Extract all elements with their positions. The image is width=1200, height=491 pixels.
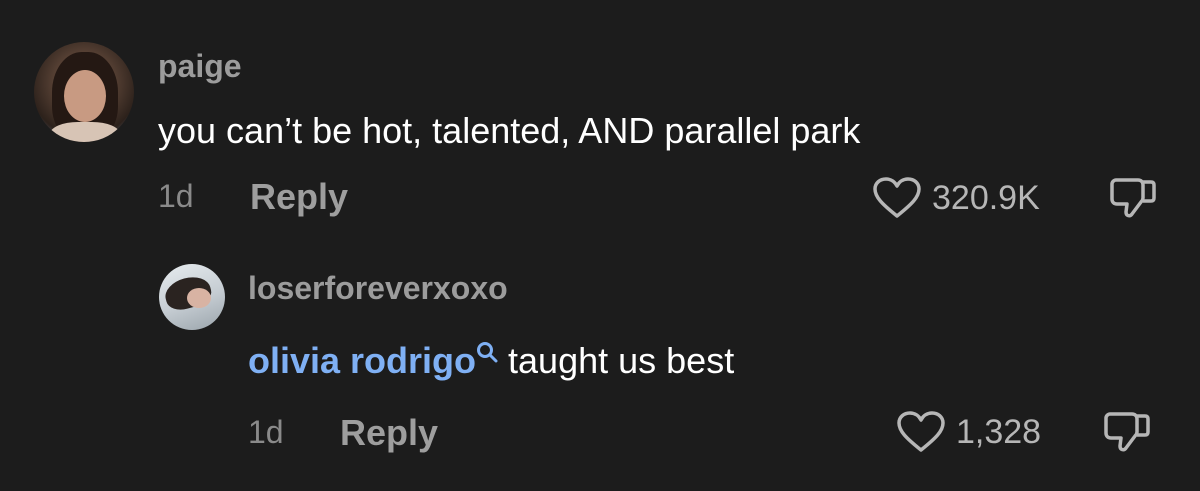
reply-avatar[interactable] [159,264,225,330]
reply-button[interactable]: Reply [250,176,348,218]
mention-link[interactable]: olivia rodrigo [248,340,476,381]
thumbs-down-icon [1104,412,1150,452]
search-icon[interactable] [476,334,498,363]
like-button[interactable]: 320.9K [872,176,1040,220]
comment-text: you can’t be hot, talented, AND parallel… [158,110,861,151]
reply-timestamp: 1d [248,414,284,450]
reply-dislike-button[interactable] [1102,410,1152,459]
comment-username[interactable]: paige [158,48,242,85]
reply-reply-button[interactable]: Reply [340,412,438,454]
reply-like-button[interactable]: 1,328 [896,410,1041,454]
avatar[interactable] [34,42,134,142]
heart-icon [873,177,921,218]
reply-body: taught us best [508,340,735,381]
reply-like-count: 1,328 [956,412,1042,451]
reply-text: olivia rodrigo taught us best [248,340,734,382]
heart-icon [897,411,945,452]
like-count: 320.9K [932,178,1040,217]
comment-thread: paige you can’t be hot, talented, AND pa… [0,0,1200,491]
thumbs-down-icon [1110,178,1156,218]
dislike-button[interactable] [1108,176,1158,225]
comment-timestamp: 1d [158,178,194,214]
reply-username[interactable]: loserforeverxoxo [248,270,508,307]
